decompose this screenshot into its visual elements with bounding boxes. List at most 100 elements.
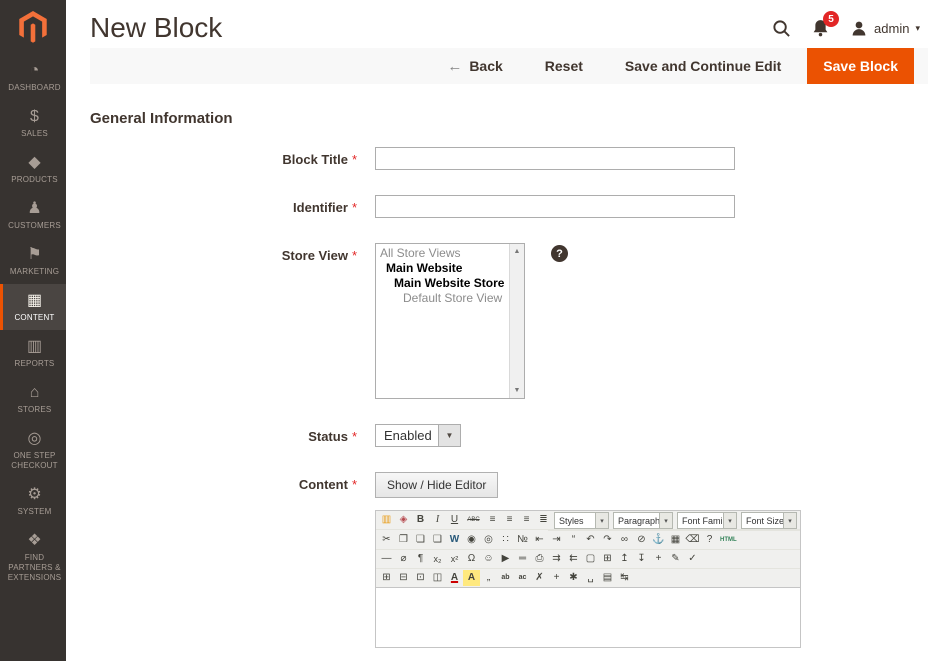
- insert-widget-icon[interactable]: ▥: [378, 512, 395, 528]
- pagebreak-icon[interactable]: ↹: [616, 570, 633, 586]
- editor-content-area[interactable]: [376, 587, 800, 647]
- acronym-icon[interactable]: ac: [514, 570, 531, 586]
- insert-variable-icon[interactable]: ◈: [395, 512, 412, 528]
- find-icon[interactable]: ◉: [463, 532, 480, 548]
- reset-button[interactable]: Reset: [545, 58, 583, 74]
- store-view-option[interactable]: Main Website: [376, 261, 508, 276]
- move-backward-icon[interactable]: ↧: [633, 551, 650, 567]
- media-icon[interactable]: ▶: [497, 551, 514, 567]
- font-family-select[interactable]: Font Family ▾: [677, 512, 737, 529]
- store-view-option[interactable]: Default Store View: [376, 291, 508, 306]
- advanced-hr-icon[interactable]: ═: [514, 551, 531, 567]
- store-view-help-icon[interactable]: ?: [551, 245, 568, 262]
- indent-icon[interactable]: ⇥: [548, 532, 565, 548]
- store-view-option[interactable]: All Store Views: [376, 246, 508, 261]
- save-and-continue-button[interactable]: Save and Continue Edit: [625, 58, 781, 74]
- paste-as-text-icon[interactable]: ❑: [429, 532, 446, 548]
- paste-from-word-icon[interactable]: W: [446, 532, 463, 548]
- style-props-icon[interactable]: ✎: [667, 551, 684, 567]
- horizontal-rule-icon[interactable]: —: [378, 551, 395, 567]
- notifications-button[interactable]: 5: [811, 18, 830, 38]
- anchor-icon[interactable]: ⚓: [650, 532, 667, 548]
- save-block-button[interactable]: Save Block: [807, 48, 914, 84]
- store-view-multiselect[interactable]: All Store Views Main Website Main Websit…: [375, 243, 525, 399]
- underline-icon[interactable]: U: [446, 512, 463, 528]
- sidebar-item-customers[interactable]: ♟ CUSTOMERS: [0, 192, 66, 238]
- bullet-list-icon[interactable]: ∷: [497, 532, 514, 548]
- show-hide-editor-button[interactable]: Show / Hide Editor: [375, 472, 498, 498]
- blockquote-icon[interactable]: “: [565, 532, 582, 548]
- store-view-option[interactable]: Main Website Store: [376, 276, 508, 291]
- admin-user-menu[interactable]: admin ▾: [850, 19, 920, 37]
- cut-icon[interactable]: ✂: [378, 532, 395, 548]
- emotions-icon[interactable]: ☺: [480, 551, 497, 567]
- absolute-position-icon[interactable]: +: [650, 551, 667, 567]
- print-icon[interactable]: ⎙: [531, 551, 548, 567]
- html-source-icon[interactable]: HTML: [718, 532, 739, 548]
- cite-icon[interactable]: „: [480, 570, 497, 586]
- styles-select[interactable]: Styles ▾: [554, 512, 609, 529]
- sidebar-item-reports[interactable]: ▥ REPORTS: [0, 330, 66, 376]
- merge-cells-icon[interactable]: ◫: [429, 570, 446, 586]
- insert-layer-icon[interactable]: ⊞: [599, 551, 616, 567]
- scroll-down-icon[interactable]: ▼: [514, 383, 521, 398]
- del-icon[interactable]: ✗: [531, 570, 548, 586]
- sidebar-item-stores[interactable]: ⌂ STORES: [0, 376, 66, 422]
- template-icon[interactable]: ▤: [599, 570, 616, 586]
- magento-logo[interactable]: [0, 0, 66, 54]
- nonbreaking-icon[interactable]: ␣: [582, 570, 599, 586]
- move-forward-icon[interactable]: ↥: [616, 551, 633, 567]
- block-title-input[interactable]: [375, 147, 735, 170]
- image-icon[interactable]: ▦: [667, 532, 684, 548]
- unlink-icon[interactable]: ⊘: [633, 532, 650, 548]
- help-icon[interactable]: ?: [701, 532, 718, 548]
- sidebar-item-marketing[interactable]: ⚑ MARKETING: [0, 238, 66, 284]
- font-size-select[interactable]: Font Size ▾: [741, 512, 797, 529]
- align-left-icon[interactable]: ≡: [484, 512, 501, 528]
- sidebar-item-content[interactable]: ▦ CONTENT: [0, 284, 66, 330]
- remove-format-icon[interactable]: ⌀: [395, 551, 412, 567]
- ins-icon[interactable]: +: [548, 570, 565, 586]
- table-row-props-icon[interactable]: ⊟: [395, 570, 412, 586]
- sidebar-item-sales[interactable]: $ SALES: [0, 100, 66, 146]
- backcolor-icon[interactable]: A: [463, 570, 480, 586]
- outdent-icon[interactable]: ⇤: [531, 532, 548, 548]
- link-icon[interactable]: ∞: [616, 532, 633, 548]
- sidebar-item-find-partners[interactable]: ❖ FIND PARTNERS & EXTENSIONS: [0, 524, 66, 590]
- attribs-icon[interactable]: ✱: [565, 570, 582, 586]
- sidebar-item-system[interactable]: ⚙ SYSTEM: [0, 478, 66, 524]
- select-caret-icon[interactable]: ▼: [438, 425, 460, 446]
- superscript-icon[interactable]: x²: [446, 551, 463, 567]
- ltr-icon[interactable]: ⇉: [548, 551, 565, 567]
- forecolor-icon[interactable]: A: [446, 570, 463, 586]
- table-cell-props-icon[interactable]: ⊡: [412, 570, 429, 586]
- multiselect-scrollbar[interactable]: ▲ ▼: [509, 244, 524, 398]
- scroll-up-icon[interactable]: ▲: [514, 244, 521, 259]
- format-select[interactable]: Paragraph ▾: [613, 512, 673, 529]
- paste-icon[interactable]: ❏: [412, 532, 429, 548]
- italic-icon[interactable]: I: [429, 512, 446, 528]
- status-select[interactable]: Enabled ▼: [375, 424, 461, 447]
- copy-icon[interactable]: ❐: [395, 532, 412, 548]
- undo-icon[interactable]: ↶: [582, 532, 599, 548]
- spellcheck-icon[interactable]: ✓: [684, 551, 701, 567]
- sidebar-item-dashboard[interactable]: ◔ DASHBOARD: [0, 54, 66, 100]
- sidebar-item-products[interactable]: ◆ PRODUCTS: [0, 146, 66, 192]
- bold-icon[interactable]: B: [412, 512, 429, 528]
- rtl-icon[interactable]: ⇇: [565, 551, 582, 567]
- subscript-icon[interactable]: x₂: [429, 551, 446, 567]
- strikethrough-icon[interactable]: ABC: [463, 512, 484, 528]
- numbered-list-icon[interactable]: №: [514, 532, 531, 548]
- identifier-input[interactable]: [375, 195, 735, 218]
- visual-aid-icon[interactable]: ¶: [412, 551, 429, 567]
- sidebar-item-one-step-checkout[interactable]: ◎ ONE STEP CHECKOUT: [0, 422, 66, 478]
- align-justify-icon[interactable]: ≣: [535, 512, 552, 528]
- search-button[interactable]: [772, 19, 791, 38]
- cleanup-icon[interactable]: ⌫: [684, 532, 701, 548]
- charmap-icon[interactable]: Ω: [463, 551, 480, 567]
- find-replace-icon[interactable]: ◎: [480, 532, 497, 548]
- table-icon[interactable]: ⊞: [378, 570, 395, 586]
- fullscreen-icon[interactable]: ▢: [582, 551, 599, 567]
- align-center-icon[interactable]: ≡: [501, 512, 518, 528]
- abbr-icon[interactable]: ab: [497, 570, 514, 586]
